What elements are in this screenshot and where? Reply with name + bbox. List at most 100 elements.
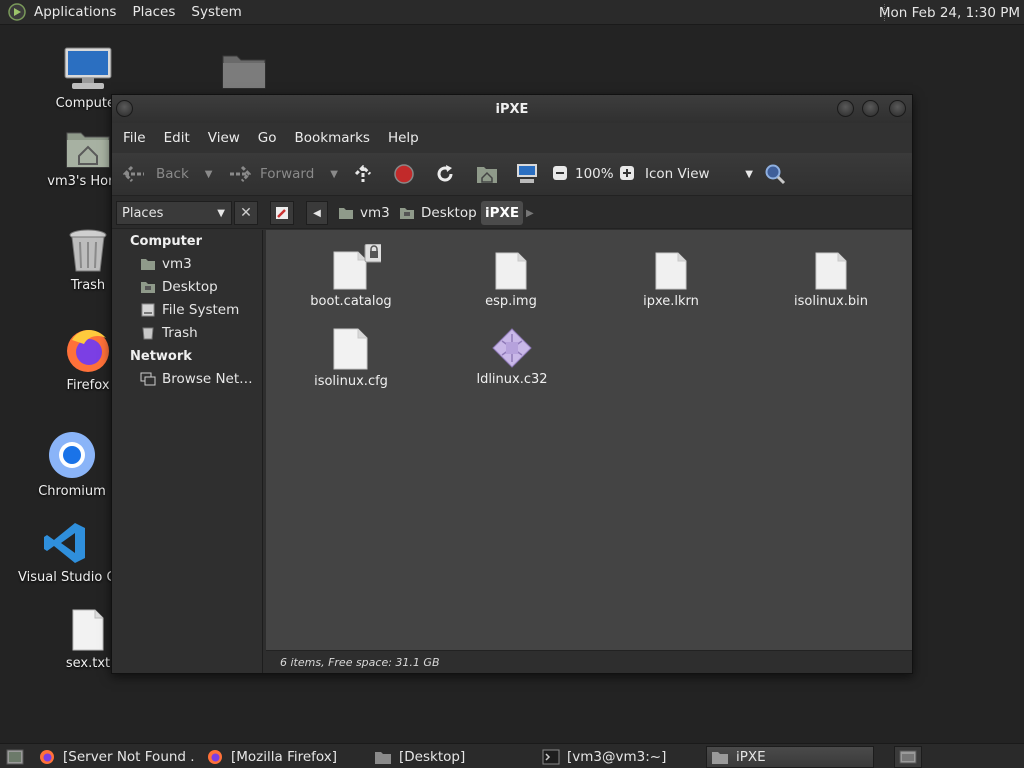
sidebar-item-desktop[interactable]: Desktop [140, 279, 260, 295]
task-label: [Mozilla Firefox] [231, 749, 338, 765]
view-mode-select[interactable]: Icon View ▼ [645, 166, 753, 182]
task-desktop[interactable]: [Desktop] [370, 746, 532, 768]
task-mozilla-firefox[interactable]: [Mozilla Firefox] [202, 746, 364, 768]
location-bar: Places ▼ ✕ ◀ vm3 Desktop iPXE ▶ [112, 195, 912, 229]
view-mode-label: Icon View [645, 166, 710, 182]
window-titlebar[interactable]: iPXE [112, 95, 912, 123]
file-item-boot-catalog[interactable]: boot.catalog [286, 244, 416, 309]
maximize-button[interactable] [862, 100, 879, 117]
forward-history-chevron-icon[interactable]: ▼ [330, 169, 338, 180]
folder-icon [375, 752, 391, 764]
file-item-isolinux-cfg[interactable]: isolinux.cfg [286, 328, 416, 389]
menu-bookmarks[interactable]: Bookmarks [286, 130, 379, 146]
toolbar: Back ▼ Forward ▼ 100% Icon View ▼ [112, 153, 912, 195]
file-item-isolinux-bin[interactable]: isolinux.bin [766, 252, 896, 309]
file-icon-view[interactable]: boot.catalog esp.img ipxe.lkrn isolinux.… [266, 230, 912, 650]
task-terminal[interactable]: [vm3@vm3:~] [538, 746, 700, 768]
applications-logo-icon[interactable] [8, 3, 26, 21]
sidebar-item-file-system[interactable]: File System [140, 302, 260, 318]
vscode-icon [44, 523, 85, 563]
computer-icon [517, 164, 537, 183]
file-name: isolinux.cfg [314, 374, 388, 389]
toggle-location-entry-button[interactable] [270, 201, 294, 225]
drive-icon [141, 303, 155, 317]
forward-button[interactable]: Forward ▼ [226, 164, 338, 184]
crumb-vm3[interactable]: vm3 [334, 201, 394, 225]
search-button[interactable] [764, 163, 786, 185]
sidebar-item-trash[interactable]: Trash [140, 325, 260, 341]
file-item-ipxe-lkrn[interactable]: ipxe.lkrn [606, 252, 736, 309]
zoom-out-icon [553, 166, 567, 180]
top-panel: Applications Places System Mon Feb 24, 1… [0, 0, 1024, 25]
show-desktop-button[interactable] [2, 746, 26, 768]
forward-label: Forward [260, 166, 315, 182]
sidebar-item-vm3[interactable]: vm3 [140, 256, 260, 272]
minimize-button[interactable] [837, 100, 854, 117]
zoom-out-button[interactable] [552, 165, 568, 181]
sidebar-item-label: Desktop [162, 279, 218, 295]
sidebar-item-browse-network[interactable]: Browse Net… [140, 371, 260, 387]
file-name: isolinux.bin [794, 294, 868, 309]
crumb-scroll-right-button[interactable]: ▶ [522, 201, 538, 225]
zoom-level: 100% [575, 166, 614, 182]
bottom-panel: [Server Not Found ... [Mozilla Firefox] … [0, 743, 1024, 768]
computer-button[interactable] [516, 163, 538, 184]
status-text: 6 items, Free space: 31.1 GB [280, 655, 440, 669]
home-folder-icon [66, 132, 110, 168]
forward-arrow-icon [230, 165, 252, 183]
sidebar-item-label: Trash [162, 325, 198, 341]
close-sidebar-button[interactable]: ✕ [234, 201, 258, 225]
close-button[interactable] [889, 100, 906, 117]
sidebar-item-label: Browse Net… [162, 371, 253, 387]
menu-places[interactable]: Places [124, 0, 183, 25]
desktop-icon-folder[interactable] [196, 50, 292, 90]
task-server-not-found[interactable]: [Server Not Found ... [34, 746, 196, 768]
up-arrow-icon [354, 164, 372, 182]
crumb-label: vm3 [360, 205, 390, 221]
task-ipxe[interactable]: iPXE [706, 746, 874, 768]
file-icon [495, 252, 527, 290]
zoom-in-button[interactable] [619, 165, 635, 181]
locked-file-icon [333, 244, 381, 290]
menu-applications[interactable]: Applications [26, 0, 124, 25]
home-button[interactable] [476, 164, 498, 184]
home-folder-icon [339, 208, 353, 219]
stop-button[interactable] [394, 164, 414, 184]
back-button[interactable]: Back ▼ [122, 164, 212, 184]
window-menu-button[interactable] [116, 100, 133, 117]
search-icon [765, 164, 786, 185]
desktop-icon-vscode[interactable]: Visual Studio Code [18, 520, 112, 585]
menu-go[interactable]: Go [249, 130, 286, 146]
menu-file[interactable]: File [114, 130, 155, 146]
menu-view[interactable]: View [199, 130, 249, 146]
reload-icon [437, 165, 453, 182]
chevron-left-icon: ◀ [313, 207, 321, 219]
back-history-chevron-icon[interactable]: ▼ [205, 169, 213, 180]
reload-button[interactable] [435, 164, 455, 184]
show-desktop-icon [6, 749, 24, 765]
menu-help[interactable]: Help [379, 130, 428, 146]
chevron-down-icon: ▼ [745, 168, 753, 180]
sidebar-pane-select[interactable]: Places ▼ [116, 201, 232, 225]
crumb-scroll-left-button[interactable]: ◀ [306, 201, 328, 225]
menu-edit[interactable]: Edit [155, 130, 199, 146]
binary-file-icon [492, 328, 532, 368]
file-item-esp-img[interactable]: esp.img [446, 252, 576, 309]
menu-system[interactable]: System [183, 0, 249, 25]
crumb-label: iPXE [485, 205, 520, 221]
file-name: esp.img [485, 294, 537, 309]
workspace-switcher[interactable] [894, 746, 922, 768]
desktop-icon-chromium[interactable]: Chromium [24, 430, 120, 499]
chevron-right-icon: ▶ [526, 207, 534, 219]
up-button[interactable] [353, 164, 373, 184]
clock[interactable]: Mon Feb 24, 1:30 PM [879, 0, 1020, 25]
firefox-icon [40, 750, 54, 764]
window-title: iPXE [495, 101, 529, 117]
zoom-in-icon [620, 166, 634, 180]
file-item-ldlinux-c32[interactable]: ldlinux.c32 [447, 328, 577, 387]
task-label: [Server Not Found ... [63, 749, 196, 765]
crumb-ipxe[interactable]: iPXE [481, 201, 524, 225]
status-bar: 6 items, Free space: 31.1 GB [266, 650, 912, 673]
crumb-desktop[interactable]: Desktop [395, 201, 481, 225]
sidebar-item-label: File System [162, 302, 240, 318]
